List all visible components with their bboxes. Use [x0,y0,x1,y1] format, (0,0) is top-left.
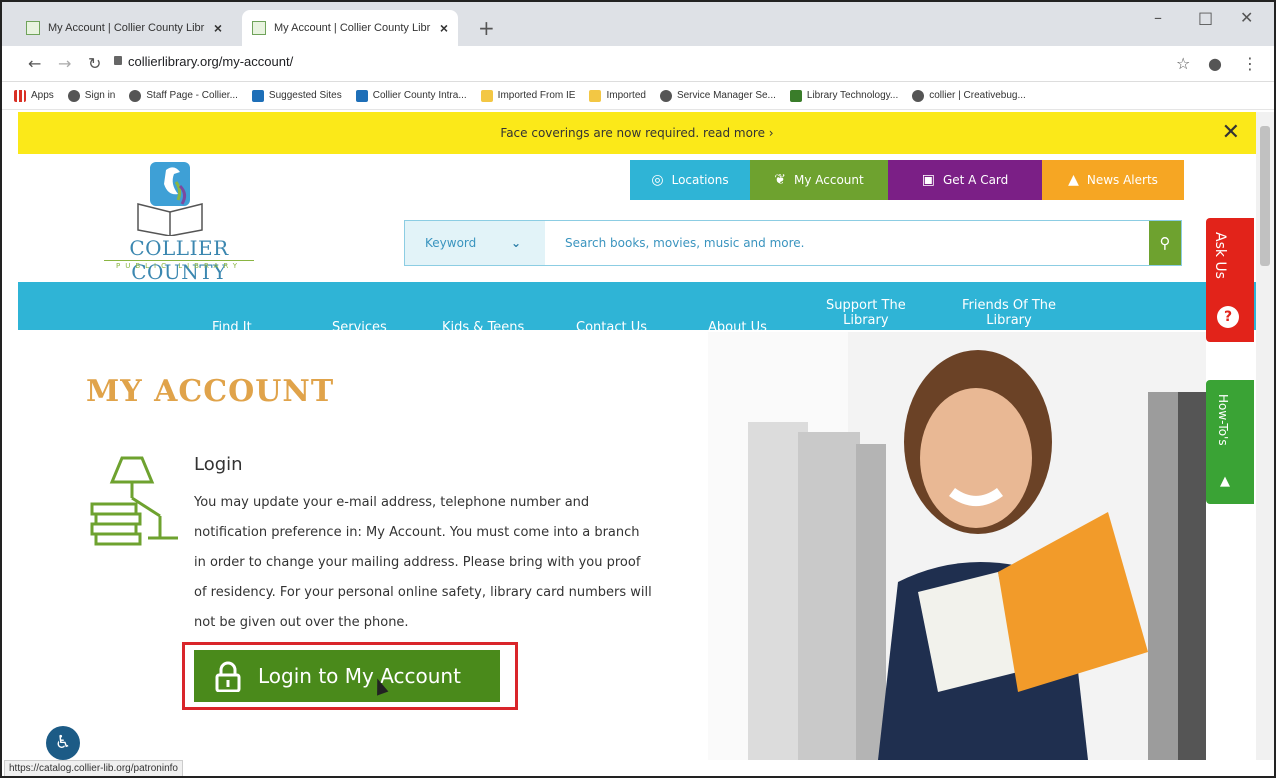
nav-about-us[interactable]: About Us [708,320,767,330]
library-favicon-icon [26,21,40,35]
bookmarks-bar: Apps Sign in Staff Page - Collier... Sug… [2,82,1274,110]
globe-icon [659,89,672,102]
status-bar-url: https://catalog.collier-lib.org/patronin… [4,760,183,776]
hero-photo-woman-reading [708,332,1206,760]
close-window-icon[interactable]: ✕ [1240,8,1253,27]
login-to-my-account-button[interactable]: Login to My Account [194,650,500,702]
search-button[interactable]: ⚲ [1149,221,1181,265]
bookmark-library-technology[interactable]: Library Technology... [789,89,898,102]
tab-title: My Account | Collier County Libr [274,22,431,34]
nav-contact-us[interactable]: Contact Us [576,320,647,330]
locations-button[interactable]: ◎ Locations [630,160,750,200]
get-a-card-button[interactable]: ▣ Get A Card [888,160,1042,200]
bookmark-imported-from-ie[interactable]: Imported From IE [480,89,575,102]
close-icon[interactable]: ✕ [1222,112,1240,154]
profile-icon[interactable]: ● [1208,54,1222,73]
reload-icon[interactable]: ↻ [88,54,101,73]
graduation-cap-icon: ▲ [1220,474,1230,489]
new-tab-icon[interactable]: + [478,16,495,40]
nav-find-it[interactable]: Find It [212,320,252,330]
bookmark-creativebug[interactable]: collier | Creativebug... [912,89,1026,102]
top-button-row: ◎ Locations ❦ My Account ▣ Get A Card ▲ News… [630,160,1184,200]
browser-tab-2-active[interactable]: My Account | Collier County Libr × [242,10,458,46]
menu-kebab-icon[interactable]: ⋮ [1242,54,1258,73]
tab-strip: My Account | Collier County Libr × My Ac… [2,2,1274,46]
bookmark-sign-in[interactable]: Sign in [67,89,115,102]
warning-icon: ▲ [1068,172,1079,188]
bookmark-apps[interactable]: Apps [14,89,54,102]
library-logo[interactable]: COLLIER COUNTY PUBLIC LIBRARY [84,160,274,284]
logo-subtitle: PUBLIC LIBRARY [104,260,254,270]
question-icon: ? [1217,306,1239,328]
heron-book-logo-icon [137,162,203,236]
lock-icon [114,56,122,65]
how-tos-tab[interactable]: How-To's ▲ [1206,380,1254,504]
close-tab-icon[interactable]: × [214,20,222,36]
reader-icon: ❦ [774,172,786,188]
scrollbar-thumb[interactable] [1260,126,1270,266]
search-input[interactable]: Search books, movies, music and more. [565,221,804,265]
main-nav: Find It Services Kids & Teens Contact Us… [18,282,1256,330]
desk-lamp-books-icon [90,456,178,546]
map-pin-icon: ◎ [651,172,664,188]
card-icon: ▣ [921,172,935,188]
globe-icon [129,89,142,102]
search-type-select[interactable]: Keyword ⌄ [405,221,545,265]
nav-kids-teens[interactable]: Kids & Teens [442,320,524,330]
login-heading: Login [194,454,243,475]
bookmark-service-manager[interactable]: Service Manager Se... [659,89,776,102]
maximize-icon[interactable]: □ [1198,8,1213,27]
nav-services[interactable]: Services [332,320,387,330]
url-input[interactable]: collierlibrary.org/my-account/ [128,54,293,69]
search-icon: ⚲ [1159,234,1171,252]
bookmark-collier-intranet[interactable]: Collier County Intra... [355,89,467,102]
apps-icon [14,89,26,102]
padlock-icon [215,661,241,692]
tab-title: My Account | Collier County Libr [48,22,205,34]
back-icon[interactable]: ← [28,54,41,73]
bookmark-icon [789,89,802,102]
alert-text-link[interactable]: Face coverings are now required. read mo… [500,126,773,140]
accessibility-icon[interactable]: ♿ [46,726,80,760]
page-scrollbar[interactable] [1256,112,1274,760]
close-tab-icon[interactable]: × [440,20,448,36]
folder-icon [589,89,602,102]
bookmark-suggested-sites[interactable]: Suggested Sites [251,89,342,102]
folder-icon [480,89,493,102]
browser-tab-1[interactable]: My Account | Collier County Libr × [16,10,232,46]
page-viewport: Face coverings are now required. read mo… [18,112,1256,760]
alert-banner: Face coverings are now required. read mo… [18,112,1256,154]
library-favicon-icon [252,21,266,35]
bookmark-star-icon[interactable]: ☆ [1176,54,1190,73]
catalog-search: Keyword ⌄ Search books, movies, music an… [404,220,1182,266]
globe-icon [67,89,80,102]
login-description: You may update your e-mail address, tele… [194,495,652,630]
page-title: MY ACCOUNT [86,374,335,409]
chevron-down-icon: ⌄ [511,236,522,250]
minimize-icon[interactable]: – [1154,8,1162,27]
bookmark-icon [251,89,264,102]
browser-window: My Account | Collier County Libr × My Ac… [0,0,1276,778]
news-alerts-button[interactable]: ▲ News Alerts [1042,160,1184,200]
ask-us-tab[interactable]: Ask Us ? [1206,218,1254,342]
globe-icon [912,89,925,102]
nav-support-library[interactable]: Support The Library [826,298,906,328]
bookmark-staff-page[interactable]: Staff Page - Collier... [129,89,238,102]
bookmark-imported[interactable]: Imported [589,89,646,102]
sharepoint-icon [355,89,368,102]
forward-icon[interactable]: → [58,54,71,73]
my-account-button[interactable]: ❦ My Account [750,160,888,200]
address-bar-row: ← → ↻ collierlibrary.org/my-account/ ☆ ●… [2,46,1274,82]
nav-friends-library[interactable]: Friends Of The Library [962,298,1056,328]
